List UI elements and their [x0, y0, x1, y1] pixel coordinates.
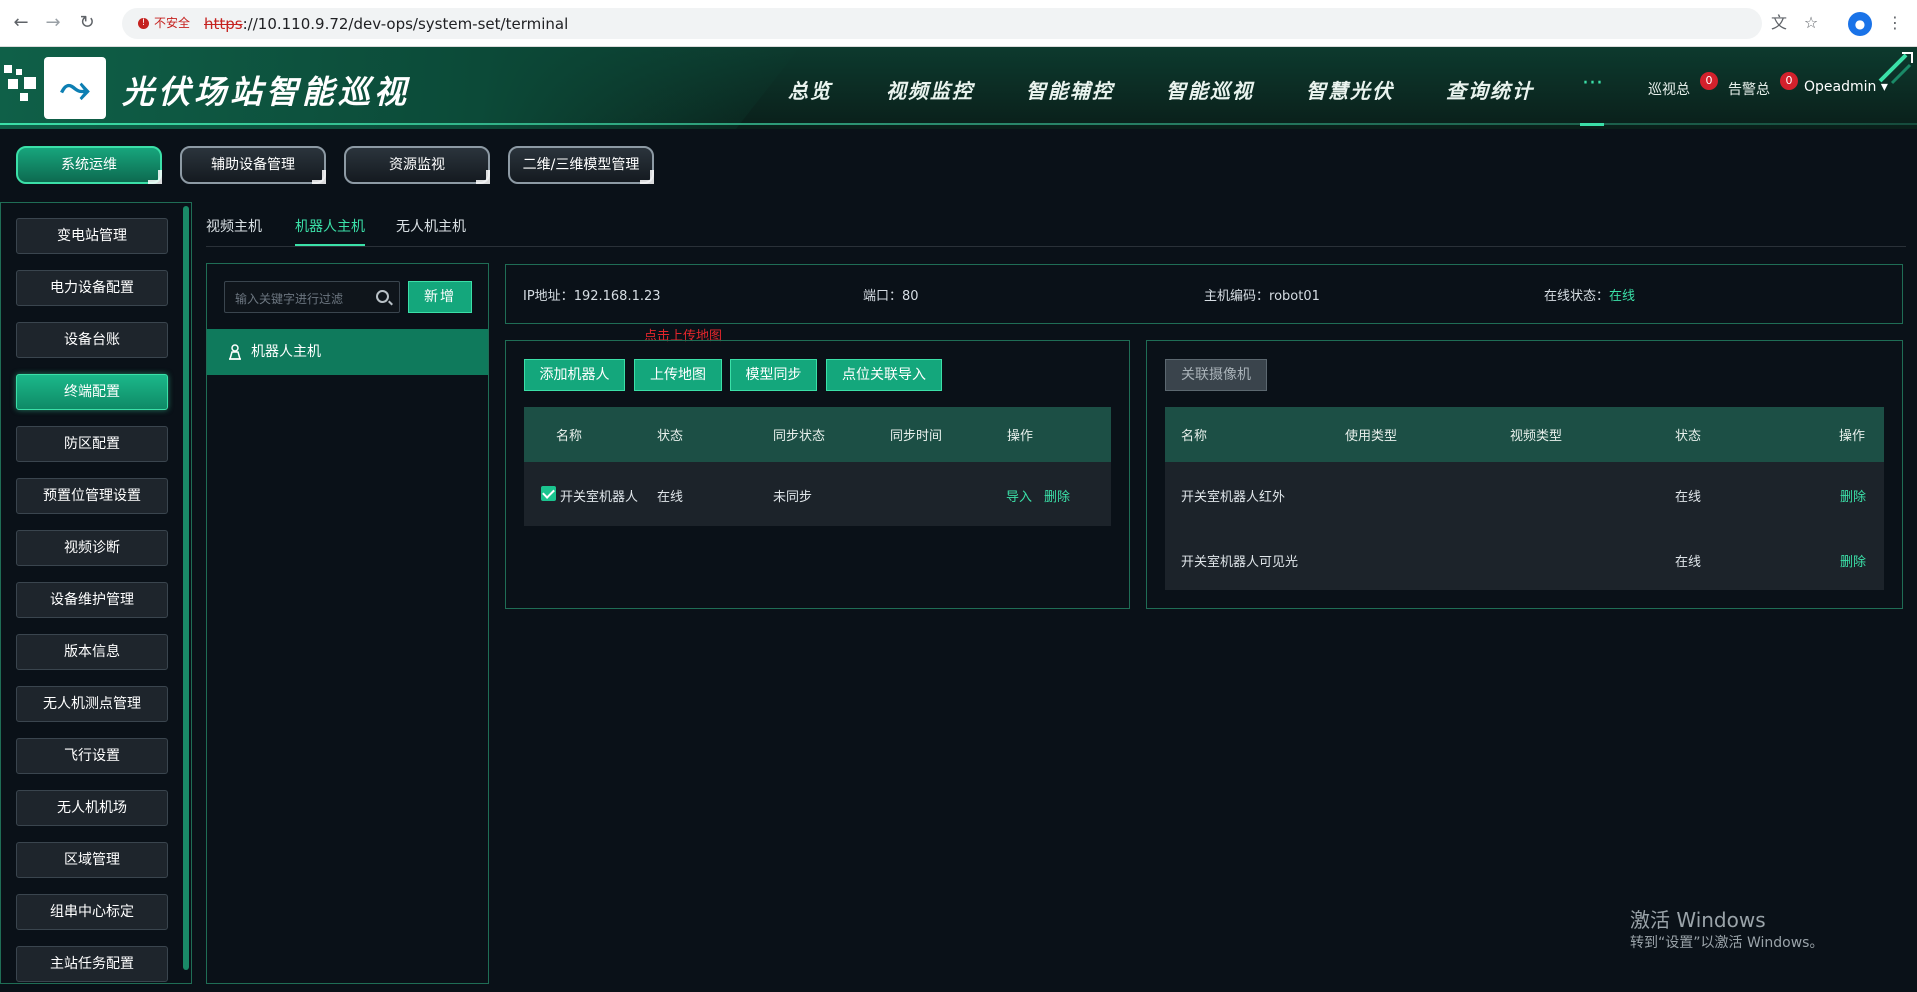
camera-row-status: 在线 [1675, 490, 1702, 505]
tab-video-host[interactable]: 视频主机 [206, 216, 262, 236]
sidebar-item-version-info[interactable]: 版本信息 [16, 634, 168, 670]
alarm-count-badge: 0 [1780, 72, 1798, 90]
logo-dots [4, 65, 42, 105]
add-robot-button[interactable]: 添加机器人 [524, 359, 625, 391]
app-header: ⤳ 光伏场站智能巡视 总览 视频监控 智能辅控 智能巡视 智慧光伏 查询统计 ·… [0, 47, 1917, 129]
robot-icon [229, 344, 241, 360]
url-text[interactable]: https://10.110.9.72/dev-ops/system-set/t… [204, 15, 568, 33]
port-value: 80 [902, 289, 919, 304]
nav-more-icon[interactable]: ··· [1582, 71, 1603, 96]
sidebar-item-drone-points[interactable]: 无人机测点管理 [16, 686, 168, 722]
header-divider [0, 123, 1917, 125]
nav-overview[interactable]: 总览 [788, 75, 832, 104]
delete-camera-link[interactable]: 删除 [1840, 486, 1866, 505]
translate-icon[interactable]: 文 [1768, 12, 1790, 34]
sidebar-item-device-ledger[interactable]: 设备台账 [16, 322, 168, 358]
camera-row-status: 在线 [1675, 555, 1702, 570]
robot-row-name: 开关室机器人 [560, 490, 639, 505]
sidebar-scrollbar[interactable] [183, 206, 189, 970]
ip-value: 192.168.1.23 [573, 289, 661, 304]
link-camera-button[interactable]: 关联摄像机 [1165, 359, 1267, 391]
nav-active-indicator [1580, 123, 1604, 126]
model-sync-button[interactable]: 模型同步 [730, 359, 817, 391]
nav-smart-patrol[interactable]: 智能巡视 [1166, 75, 1254, 104]
sidebar-item-video-diagnosis[interactable]: 视频诊断 [16, 530, 168, 566]
sidebar-item-zone-config[interactable]: 防区配置 [16, 426, 168, 462]
delete-camera-link[interactable]: 删除 [1840, 551, 1866, 570]
sidebar-item-power-device[interactable]: 电力设备配置 [16, 270, 168, 306]
online-status-info: 在线状态：在线 [1544, 289, 1636, 304]
camera-col-video-type: 视频类型 [1510, 429, 1563, 444]
corner-decoration-icon [1878, 52, 1913, 85]
robot-row-status: 在线 [657, 490, 684, 505]
sidebar-item-preset-manage[interactable]: 预置位管理设置 [16, 478, 168, 514]
nav-query-stats[interactable]: 查询统计 [1446, 75, 1534, 104]
address-bar[interactable]: ! 不安全 https://10.110.9.72/dev-ops/system… [122, 8, 1762, 39]
back-icon[interactable]: ← [10, 12, 32, 34]
robot-col-name: 名称 [556, 429, 583, 444]
nav-smart-assist[interactable]: 智能辅控 [1026, 75, 1114, 104]
camera-col-action: 操作 [1839, 429, 1866, 444]
robot-col-sync-status: 同步状态 [773, 429, 826, 444]
robot-col-sync-time: 同步时间 [890, 429, 943, 444]
robot-col-status: 状态 [657, 429, 684, 444]
camera-col-use-type: 使用类型 [1345, 429, 1398, 444]
host-list-item[interactable]: 机器人主机 [207, 329, 488, 375]
sidebar-item-flight-settings[interactable]: 飞行设置 [16, 738, 168, 774]
module-tab-model-manage[interactable]: 二维/三维模型管理 [508, 146, 654, 184]
ip-info: IP地址：192.168.1.23 [523, 289, 661, 304]
tab-drone-host[interactable]: 无人机主机 [396, 216, 466, 236]
sidebar-item-device-maintenance[interactable]: 设备维护管理 [16, 582, 168, 618]
alarm-total-link[interactable]: 告警总 [1728, 79, 1770, 99]
camera-row-name: 开关室机器人红外 [1181, 490, 1286, 505]
point-import-button[interactable]: 点位关联导入 [826, 359, 942, 391]
tab-divider [206, 246, 1906, 247]
patrol-count-badge: 0 [1700, 72, 1718, 90]
search-icon[interactable] [376, 290, 389, 303]
security-indicator[interactable]: ! 不安全 [132, 14, 198, 33]
robot-row-sync-status: 未同步 [773, 490, 813, 505]
import-link[interactable]: 导入 [1006, 486, 1032, 505]
upload-map-button[interactable]: 上传地图 [634, 359, 722, 391]
delete-robot-link[interactable]: 删除 [1044, 486, 1070, 505]
host-code-value: robot01 [1269, 289, 1320, 304]
sidebar-item-area-manage[interactable]: 区域管理 [16, 842, 168, 878]
search-placeholder: 输入关键字进行过滤 [235, 292, 344, 306]
windows-watermark-title: 激活 Windows [1630, 908, 1766, 932]
forward-icon[interactable]: → [42, 12, 64, 34]
camera-row-name: 开关室机器人可见光 [1181, 555, 1299, 570]
camera-col-name: 名称 [1181, 429, 1208, 444]
sidebar-item-substation[interactable]: 变电站管理 [16, 218, 168, 254]
reload-icon[interactable]: ↻ [76, 12, 98, 34]
camera-col-status: 状态 [1675, 429, 1702, 444]
nav-video-monitor[interactable]: 视频监控 [886, 75, 974, 104]
patrol-total-link[interactable]: 巡视总 [1648, 79, 1690, 99]
sidebar-item-string-calibration[interactable]: 组串中心标定 [16, 894, 168, 930]
sidebar-item-terminal-config[interactable]: 终端配置 [16, 374, 168, 410]
browser-toolbar: ← → ↻ ! 不安全 https://10.110.9.72/dev-ops/… [0, 0, 1917, 47]
app-title: 光伏场站智能巡视 [122, 73, 411, 111]
module-tab-aux-device[interactable]: 辅助设备管理 [180, 146, 326, 184]
row-checkbox[interactable] [541, 486, 556, 501]
nav-smart-pv[interactable]: 智慧光伏 [1306, 75, 1394, 104]
host-code-info: 主机编码：robot01 [1204, 289, 1320, 304]
search-input[interactable]: 输入关键字进行过滤 [224, 281, 400, 313]
menu-icon[interactable]: ⋮ [1884, 12, 1906, 34]
module-tab-resource-monitor[interactable]: 资源监视 [344, 146, 490, 184]
sidebar-item-drone-airport[interactable]: 无人机机场 [16, 790, 168, 826]
warning-icon: ! [138, 18, 149, 29]
new-host-button[interactable]: 新增 [408, 281, 472, 313]
logo-icon: ⤳ [44, 57, 106, 119]
windows-watermark-subtitle: 转到“设置”以激活 Windows。 [1630, 935, 1824, 951]
profile-icon[interactable]: ● [1848, 12, 1872, 36]
tab-robot-host[interactable]: 机器人主机 [295, 216, 365, 236]
module-tab-system-ops[interactable]: 系统运维 [16, 146, 162, 184]
sidebar-item-master-task[interactable]: 主站任务配置 [16, 946, 168, 982]
robot-col-action: 操作 [1007, 429, 1034, 444]
online-status-value: 在线 [1609, 289, 1636, 304]
port-info: 端口：80 [863, 289, 919, 304]
star-icon[interactable]: ☆ [1800, 12, 1822, 34]
